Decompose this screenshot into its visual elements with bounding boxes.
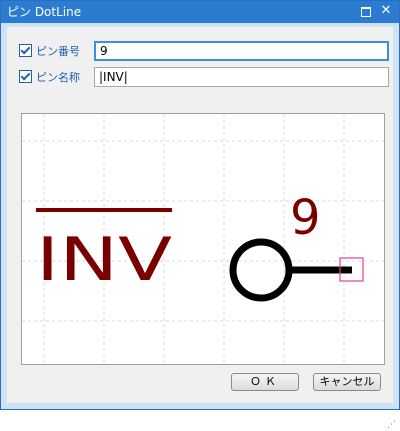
close-button[interactable]: ✕ xyxy=(379,4,393,18)
pin-name-checkbox[interactable] xyxy=(19,70,32,83)
window-title: ピン DotLine xyxy=(7,5,82,19)
dialog-window: ピン DotLine ✕ ピン番号 ピン名称 xyxy=(0,0,400,430)
close-icon: ✕ xyxy=(380,3,392,18)
pin-preview-svg: INV 9 xyxy=(22,114,384,364)
pin-number-text: 9 xyxy=(290,190,321,246)
pin-number-input[interactable] xyxy=(94,41,389,61)
pin-name-input[interactable] xyxy=(94,67,389,87)
pin-number-checkbox[interactable] xyxy=(19,44,32,57)
cancel-button[interactable]: キャンセル xyxy=(313,373,381,391)
ok-button[interactable]: ＯＫ xyxy=(231,373,299,391)
maximize-button[interactable] xyxy=(359,4,373,18)
pin-number-label: ピン番号 xyxy=(36,45,80,58)
pin-name-row: ピン名称 xyxy=(19,67,389,87)
pin-preview-canvas[interactable]: INV 9 xyxy=(21,113,385,365)
pin-name-text: INV xyxy=(36,225,172,295)
title-bar[interactable]: ピン DotLine ✕ xyxy=(1,1,399,23)
pin-number-row: ピン番号 xyxy=(19,41,389,61)
maximize-icon xyxy=(361,7,371,17)
pin-inversion-bubble xyxy=(229,238,293,302)
resize-grip-icon[interactable]: ⋰ xyxy=(387,419,399,431)
pin-name-label: ピン名称 xyxy=(36,71,80,84)
dialog-body: ピン番号 ピン名称 xyxy=(7,27,396,430)
